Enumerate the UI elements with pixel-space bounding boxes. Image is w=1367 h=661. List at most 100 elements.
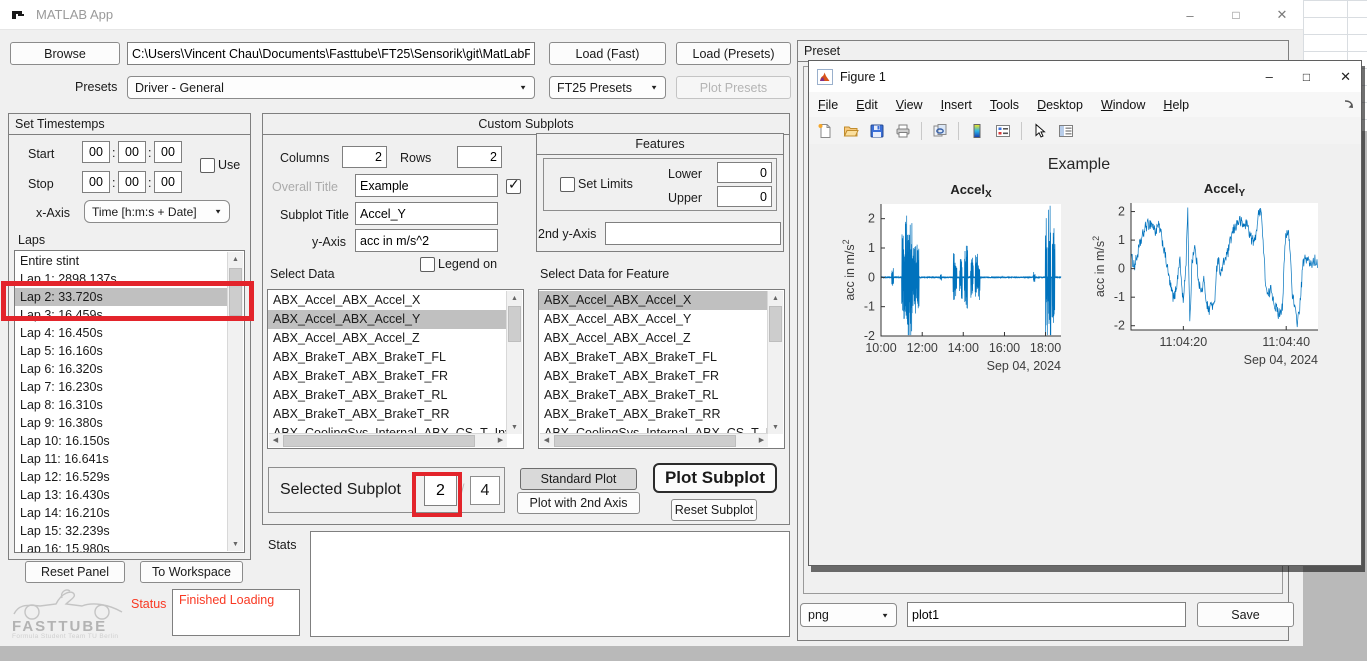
minimize-icon[interactable]: – (1266, 69, 1273, 84)
save-figure-icon[interactable] (866, 120, 888, 142)
save-button[interactable]: Save (1197, 602, 1294, 627)
plot-2nd-axis-button[interactable]: Plot with 2nd Axis (517, 492, 640, 514)
lap-list-item[interactable]: Lap 15: 32.239s (15, 522, 228, 540)
property-inspector-icon[interactable] (1055, 120, 1077, 142)
reset-panel-button[interactable]: Reset Panel (25, 561, 125, 583)
select-data-hscroll[interactable]: ◀ ▶ (269, 433, 507, 447)
second-yaxis-input[interactable] (605, 222, 781, 245)
select-data-item[interactable]: ABX_Accel_ABX_Accel_Z (268, 329, 507, 348)
menu-desktop[interactable]: Desktop (1028, 98, 1092, 112)
scroll-up-icon[interactable]: ▲ (228, 252, 243, 266)
scroll-down-icon[interactable]: ▼ (507, 420, 522, 434)
columns-input[interactable] (342, 146, 387, 168)
feature-data-item[interactable]: ABX_Accel_ABX_Accel_X (539, 291, 768, 310)
filename-input[interactable] (907, 602, 1186, 627)
ft25-presets-dropdown[interactable]: FT25 Presets ▼ (549, 76, 666, 99)
subplot-title-input[interactable] (355, 202, 498, 225)
feature-data-hscroll[interactable]: ◀ ▶ (540, 433, 768, 447)
dock-figure-icon[interactable] (1344, 99, 1355, 110)
close-icon[interactable]: ✕ (1340, 69, 1351, 85)
start-sec-input[interactable] (154, 141, 182, 163)
lap-list-item[interactable]: Lap 14: 16.210s (15, 504, 228, 522)
lap-list-item[interactable]: Lap 10: 16.150s (15, 432, 228, 450)
stop-min-input[interactable] (118, 171, 146, 193)
maximize-icon[interactable]: □ (1227, 8, 1245, 22)
set-limits-checkbox[interactable] (560, 177, 575, 192)
selected-subplot-input[interactable] (424, 475, 457, 506)
app-titlebar[interactable]: MATLAB App – □ ✕ (0, 0, 1303, 30)
rows-input[interactable] (457, 146, 502, 168)
menu-window[interactable]: Window (1092, 98, 1154, 112)
plot-subplot-button[interactable]: Plot Subplot (653, 463, 777, 493)
scroll-down-icon[interactable]: ▼ (228, 537, 243, 551)
lap-list-item[interactable]: Lap 12: 16.529s (15, 468, 228, 486)
feature-data-item[interactable]: ABX_BrakeT_ABX_BrakeT_FR (539, 367, 768, 386)
lap-list-item[interactable]: Lap 7: 16.230s (15, 378, 228, 396)
new-figure-icon[interactable] (814, 120, 836, 142)
stop-sec-input[interactable] (154, 171, 182, 193)
scroll-thumb[interactable] (769, 306, 782, 342)
lap-list-item[interactable]: Lap 4: 16.450s (15, 324, 228, 342)
select-data-item[interactable]: ABX_BrakeT_ABX_BrakeT_RR (268, 405, 507, 424)
feature-data-vscroll[interactable]: ▲ ▼ (767, 291, 783, 434)
menu-tools[interactable]: Tools (981, 98, 1028, 112)
feature-data-item[interactable]: ABX_BrakeT_ABX_BrakeT_FL (539, 348, 768, 367)
print-figure-icon[interactable] (892, 120, 914, 142)
lap-list-item[interactable]: Lap 3: 16.459s (15, 306, 228, 324)
link-plot-icon[interactable] (929, 120, 951, 142)
legend-icon[interactable] (992, 120, 1014, 142)
start-min-input[interactable] (118, 141, 146, 163)
plot-presets-button[interactable]: Plot Presets (676, 76, 791, 99)
select-data-item[interactable]: ABX_BrakeT_ABX_BrakeT_FR (268, 367, 507, 386)
select-data-vscroll[interactable]: ▲ ▼ (506, 291, 522, 434)
minimize-icon[interactable]: – (1181, 8, 1199, 23)
stop-hour-input[interactable] (82, 171, 110, 193)
start-hour-input[interactable] (82, 141, 110, 163)
scroll-thumb[interactable] (229, 268, 242, 316)
path-input[interactable] (127, 42, 535, 65)
close-icon[interactable]: ✕ (1273, 7, 1291, 23)
select-data-item[interactable]: ABX_Accel_ABX_Accel_X (268, 291, 507, 310)
upper-input[interactable] (717, 186, 772, 207)
maximize-icon[interactable]: □ (1303, 70, 1310, 84)
lap-list-item[interactable]: Lap 16: 15.980s (15, 540, 228, 552)
feature-data-item[interactable]: ABX_BrakeT_ABX_BrakeT_RL (539, 386, 768, 405)
load-fast-button[interactable]: Load (Fast) (549, 42, 666, 65)
select-data-item[interactable]: ABX_BrakeT_ABX_BrakeT_RL (268, 386, 507, 405)
overall-title-checkbox[interactable] (506, 179, 521, 194)
feature-data-item[interactable]: ABX_Accel_ABX_Accel_Z (539, 329, 768, 348)
scroll-thumb[interactable] (283, 435, 475, 447)
edit-plot-arrow-icon[interactable] (1029, 120, 1051, 142)
lap-list-item[interactable]: Lap 6: 16.320s (15, 360, 228, 378)
use-checkbox[interactable] (200, 158, 215, 173)
scroll-up-icon[interactable]: ▲ (768, 291, 783, 305)
open-file-icon[interactable] (840, 120, 862, 142)
figure-titlebar[interactable]: Figure 1 – □ ✕ (809, 61, 1361, 93)
browse-button[interactable]: Browse (10, 42, 120, 65)
menu-help[interactable]: Help (1154, 98, 1198, 112)
legend-checkbox[interactable] (420, 257, 435, 272)
xaxis-dropdown[interactable]: Time [h:m:s + Date] ▼ (84, 200, 230, 223)
scroll-down-icon[interactable]: ▼ (768, 420, 783, 434)
to-workspace-button[interactable]: To Workspace (140, 561, 243, 583)
lap-list-item[interactable]: Lap 5: 16.160s (15, 342, 228, 360)
scroll-right-icon[interactable]: ▶ (755, 434, 768, 446)
scroll-thumb[interactable] (554, 435, 736, 447)
scroll-thumb[interactable] (508, 306, 521, 342)
lap-list-item[interactable]: Lap 9: 16.380s (15, 414, 228, 432)
lap-list-item[interactable]: Lap 1: 2898.137s (15, 270, 228, 288)
lap-list-item[interactable]: Lap 13: 16.430s (15, 486, 228, 504)
standard-plot-button[interactable]: Standard Plot (520, 468, 637, 490)
presets-dropdown[interactable]: Driver - General ▼ (127, 76, 535, 99)
lap-list-item[interactable]: Lap 11: 16.641s (15, 450, 228, 468)
select-data-item[interactable]: ABX_BrakeT_ABX_BrakeT_FL (268, 348, 507, 367)
scroll-up-icon[interactable]: ▲ (507, 291, 522, 305)
scroll-right-icon[interactable]: ▶ (494, 434, 507, 446)
menu-file[interactable]: File (809, 98, 847, 112)
lower-input[interactable] (717, 162, 772, 183)
scroll-left-icon[interactable]: ◀ (540, 434, 553, 446)
menu-view[interactable]: View (887, 98, 932, 112)
feature-data-item[interactable]: ABX_BrakeT_ABX_BrakeT_RR (539, 405, 768, 424)
load-presets-button[interactable]: Load (Presets) (676, 42, 791, 65)
menu-edit[interactable]: Edit (847, 98, 887, 112)
